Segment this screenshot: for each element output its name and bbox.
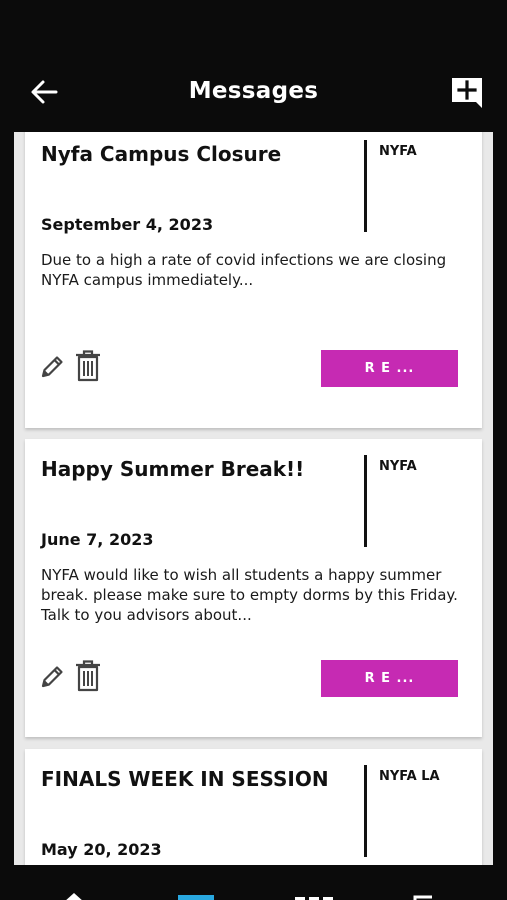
messages-list[interactable]: Nyfa Campus Closure NYFA September 4, 20… bbox=[14, 132, 493, 865]
menu-icon bbox=[413, 895, 432, 900]
edit-button[interactable] bbox=[39, 352, 65, 380]
nav-grid[interactable] bbox=[295, 889, 333, 900]
divider bbox=[364, 455, 367, 547]
delete-button[interactable] bbox=[73, 659, 103, 693]
message-sender: NYFA bbox=[379, 144, 417, 159]
message-card[interactable]: FINALS WEEK IN SESSION NYFA LA May 20, 2… bbox=[25, 749, 482, 865]
read-more-button[interactable]: R E ... bbox=[321, 660, 458, 697]
pencil-icon bbox=[41, 356, 63, 378]
message-sender: NYFA bbox=[379, 459, 417, 474]
message-date: May 20, 2023 bbox=[41, 840, 162, 859]
message-preview: NYFA would like to wish all students a h… bbox=[41, 566, 458, 624]
message-date: June 7, 2023 bbox=[41, 530, 154, 549]
page-title: Messages bbox=[188, 78, 319, 104]
nav-home[interactable] bbox=[62, 889, 86, 900]
message-icon bbox=[178, 895, 214, 900]
nav-messages[interactable] bbox=[178, 889, 214, 900]
home-icon bbox=[66, 893, 82, 900]
message-preview: Due to a high a rate of covid infections… bbox=[41, 251, 447, 289]
message-title: Nyfa Campus Closure bbox=[41, 142, 282, 166]
trash-icon bbox=[76, 660, 100, 692]
app-header: Messages bbox=[0, 58, 507, 132]
message-sender: NYFA LA bbox=[379, 769, 440, 784]
message-title: FINALS WEEK IN SESSION bbox=[41, 767, 329, 791]
trash-icon bbox=[76, 350, 100, 382]
bottom-navigation bbox=[0, 865, 507, 900]
message-title: Happy Summer Break!! bbox=[41, 457, 305, 481]
pencil-icon bbox=[41, 666, 63, 688]
message-card[interactable]: Happy Summer Break!! NYFA June 7, 2023 N… bbox=[25, 439, 482, 737]
compose-message-button[interactable] bbox=[444, 70, 490, 116]
edit-button[interactable] bbox=[39, 662, 65, 690]
divider bbox=[364, 765, 367, 857]
delete-button[interactable] bbox=[73, 349, 103, 383]
add-message-icon bbox=[452, 78, 482, 108]
read-more-button[interactable]: R E ... bbox=[321, 350, 458, 387]
message-card[interactable]: Nyfa Campus Closure NYFA September 4, 20… bbox=[25, 132, 482, 428]
grid-icon bbox=[295, 897, 333, 900]
divider bbox=[364, 140, 367, 232]
message-date: September 4, 2023 bbox=[41, 215, 214, 234]
nav-menu[interactable] bbox=[412, 889, 436, 900]
status-bar bbox=[0, 0, 507, 58]
